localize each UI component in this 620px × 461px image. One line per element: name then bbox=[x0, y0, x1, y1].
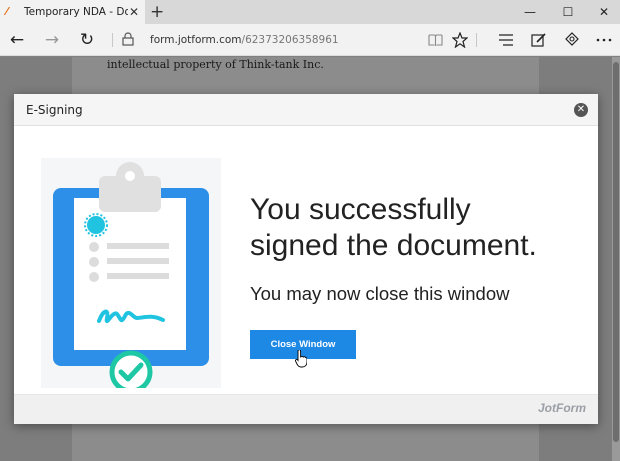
url-path: /62373206358961 bbox=[241, 34, 339, 46]
pen-icon[interactable] bbox=[531, 32, 547, 48]
success-headline-line2: signed the document. bbox=[250, 229, 537, 262]
address-bar: ← → ↻ form.jotform.com/62373206358961 bbox=[0, 24, 620, 56]
forward-button[interactable]: → bbox=[38, 24, 66, 56]
document-text: intellectual property of Think-tank Inc. bbox=[107, 58, 324, 71]
book-icon[interactable] bbox=[428, 33, 443, 47]
more-icon[interactable] bbox=[596, 38, 612, 42]
close-window-button[interactable]: ✕ bbox=[586, 0, 620, 24]
jotform-favicon-icon: ⁄ bbox=[6, 5, 8, 18]
divider bbox=[112, 33, 113, 47]
success-headline-line1: You successfully bbox=[250, 193, 471, 226]
refresh-button[interactable]: ↻ bbox=[73, 24, 101, 56]
hub-icon[interactable] bbox=[498, 33, 514, 47]
hand-cursor-icon bbox=[295, 350, 307, 368]
success-subtext: You may now close this window bbox=[250, 283, 510, 304]
star-icon[interactable] bbox=[452, 32, 468, 48]
divider bbox=[476, 33, 477, 47]
browser-tab[interactable]: ⁄ Temporary NDA - Docu ✕ bbox=[0, 0, 145, 24]
back-button[interactable]: ← bbox=[3, 24, 31, 56]
maximize-button[interactable]: ☐ bbox=[550, 0, 586, 24]
signed-clipboard-illustration bbox=[41, 158, 221, 388]
scrollbar-thumb[interactable] bbox=[613, 62, 619, 442]
share-icon[interactable] bbox=[564, 32, 580, 48]
dialog-close-icon[interactable]: ✕ bbox=[574, 103, 588, 117]
e-signing-dialog: E-Signing ✕ You successfully signed the … bbox=[14, 94, 598, 424]
tab-title: Temporary NDA - Docu bbox=[24, 6, 128, 18]
dialog-footer: JotForm bbox=[14, 394, 598, 424]
lock-icon bbox=[122, 32, 134, 46]
tab-close-icon[interactable]: ✕ bbox=[129, 5, 139, 19]
minimize-button[interactable]: — bbox=[512, 0, 548, 24]
url-field[interactable]: form.jotform.com/62373206358961 bbox=[150, 24, 339, 56]
dialog-header: E-Signing ✕ bbox=[14, 94, 598, 126]
success-headline: You successfully signed the document. bbox=[250, 192, 537, 264]
new-tab-button[interactable]: + bbox=[150, 2, 164, 22]
dialog-title: E-Signing bbox=[26, 103, 83, 117]
jotform-logo: JotForm bbox=[538, 401, 586, 415]
url-domain: form.jotform.com bbox=[150, 34, 242, 46]
tab-bar: ⁄ Temporary NDA - Docu ✕ + — ☐ ✕ bbox=[0, 0, 620, 24]
